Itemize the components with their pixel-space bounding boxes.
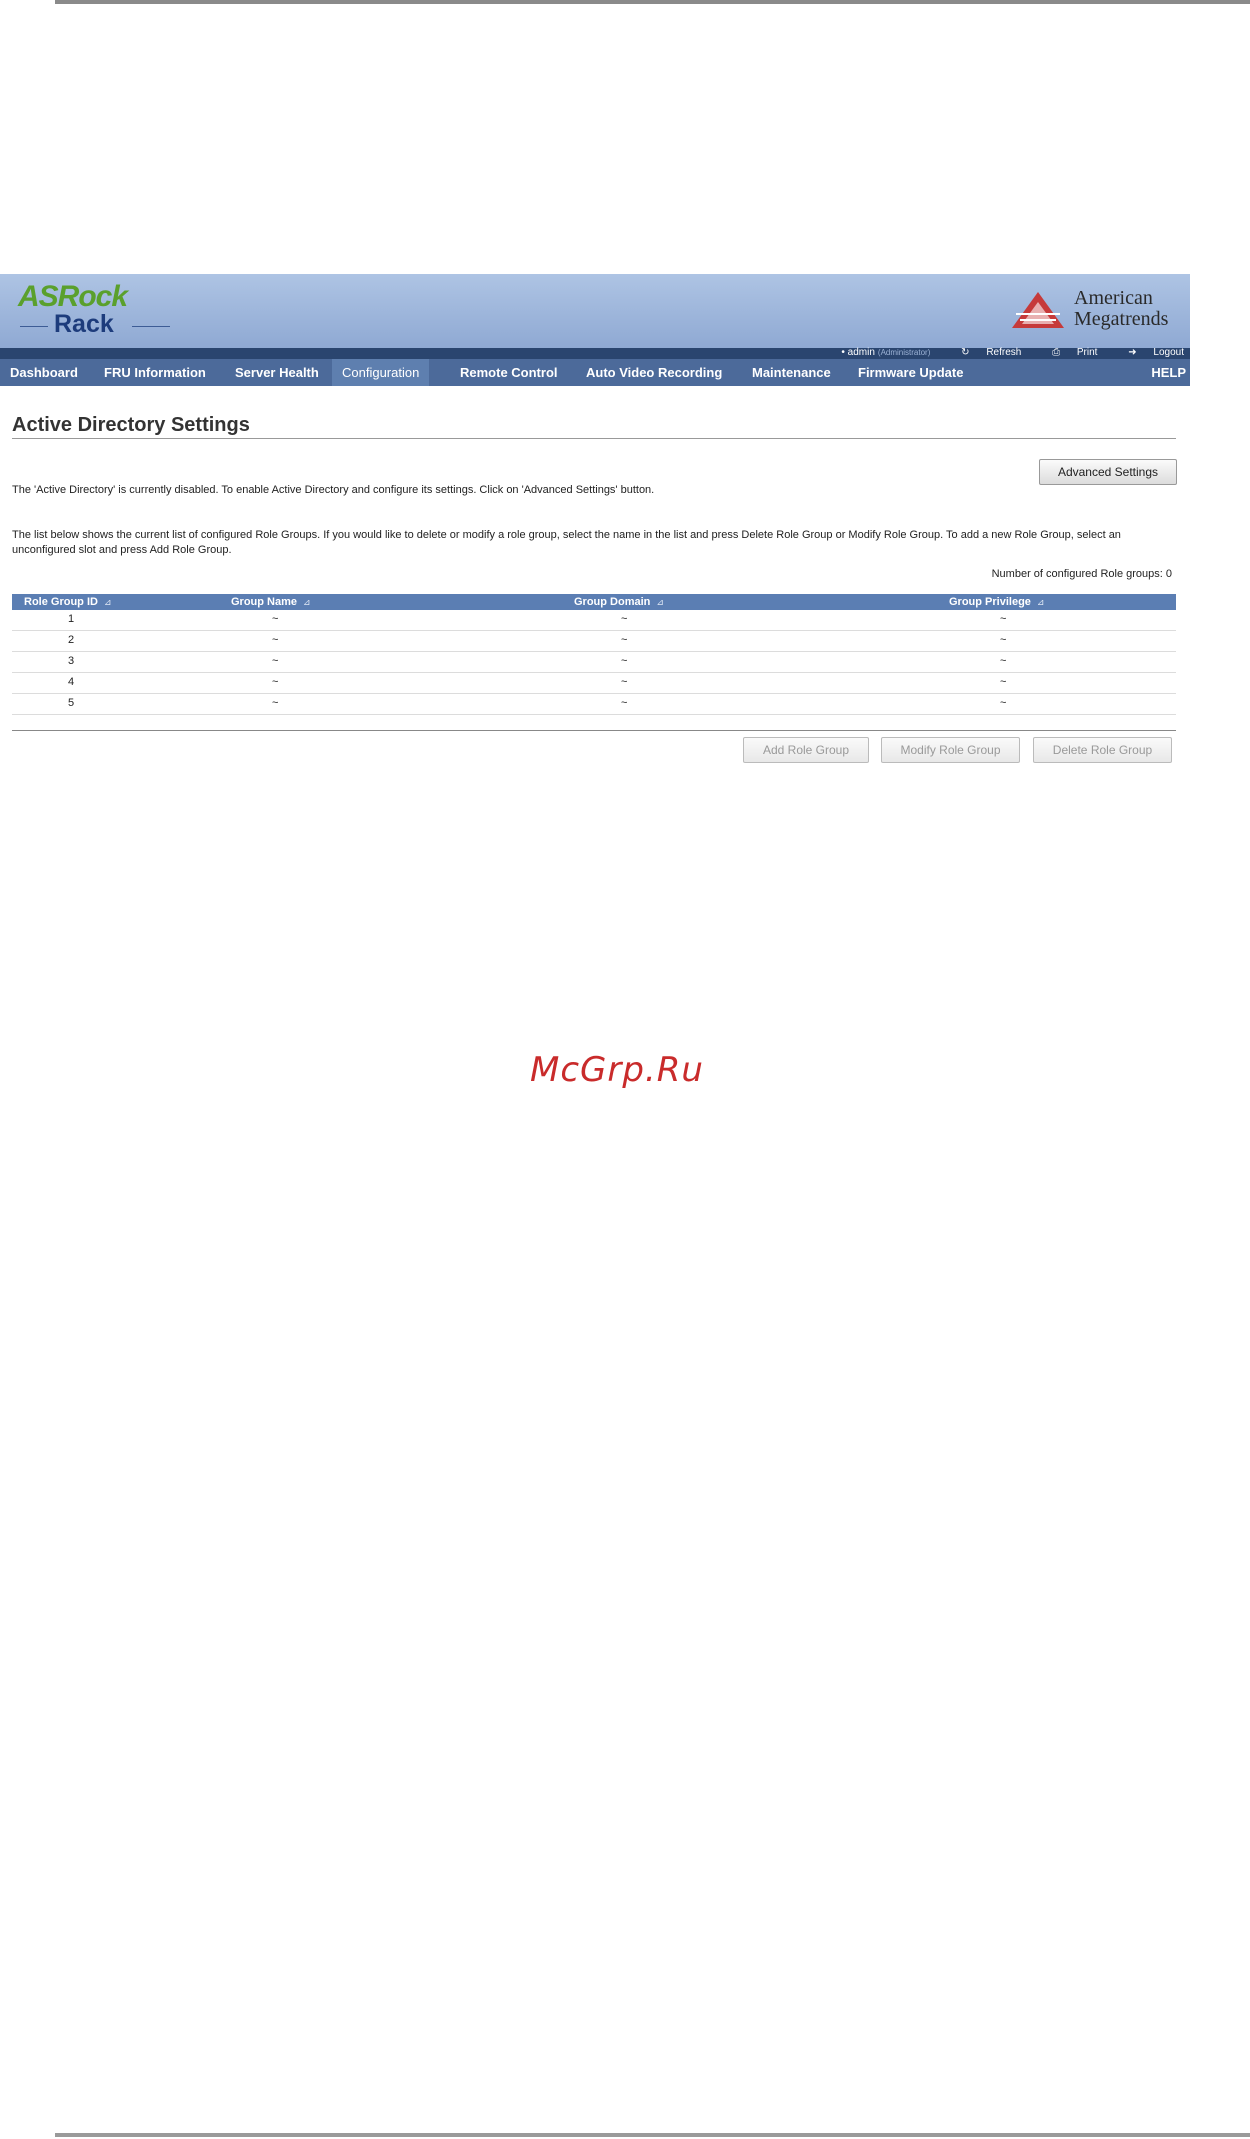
col-group-privilege[interactable]: Group Privilege ⊿ <box>949 594 1044 610</box>
print-link[interactable]: ⎙ Print <box>1038 347 1097 358</box>
cell-id: 3 <box>68 655 75 667</box>
modify-role-group-button[interactable]: Modify Role Group <box>881 737 1020 763</box>
vendor-line1: American <box>1074 287 1153 309</box>
logout-link[interactable]: ➜ Logout <box>1114 347 1184 358</box>
cell-id: 5 <box>68 697 75 709</box>
add-role-group-button[interactable]: Add Role Group <box>743 737 869 763</box>
cell-privilege: ~ <box>1000 634 1007 646</box>
cell-domain: ~ <box>621 697 628 709</box>
page-title: Active Directory Settings <box>12 414 250 436</box>
advanced-settings-button[interactable]: Advanced Settings <box>1039 459 1177 485</box>
page-bottom-rule <box>55 2133 1250 2137</box>
tab-auto-video-recording[interactable]: Auto Video Recording <box>576 359 732 386</box>
main-nav: Dashboard FRU Information Server Health … <box>0 359 1190 386</box>
table-row[interactable]: 1 ~ ~ ~ <box>12 610 1176 631</box>
col-role-group-id[interactable]: Role Group ID ⊿ <box>24 594 112 610</box>
print-icon: ⎙ <box>1052 347 1061 358</box>
user-name: • admin <box>841 347 875 358</box>
table-bottom-rule <box>12 730 1176 731</box>
user-role: (Administrator) <box>877 348 931 357</box>
cell-privilege: ~ <box>1000 676 1007 688</box>
cell-name: ~ <box>272 634 279 646</box>
status-text: The 'Active Directory' is currently disa… <box>12 484 655 496</box>
sort-icon: ⊿ <box>103 597 112 607</box>
asrock-rack-logo: ASRock Rack <box>14 280 174 342</box>
ami-triangle-icon <box>1012 292 1064 328</box>
refresh-link[interactable]: ↻ Refresh <box>947 347 1021 358</box>
refresh-icon: ↻ <box>961 347 970 358</box>
cell-privilege: ~ <box>1000 613 1007 625</box>
cell-id: 1 <box>68 613 75 625</box>
tab-firmware-update[interactable]: Firmware Update <box>848 359 973 386</box>
col-group-domain[interactable]: Group Domain ⊿ <box>574 594 664 610</box>
table-row[interactable]: 5 ~ ~ ~ <box>12 694 1176 715</box>
tab-dashboard[interactable]: Dashboard <box>0 359 88 386</box>
cell-name: ~ <box>272 613 279 625</box>
cell-id: 2 <box>68 634 75 646</box>
role-group-count: Number of configured Role groups: 0 <box>991 568 1172 580</box>
cell-domain: ~ <box>621 676 628 688</box>
description-text: The list below shows the current list of… <box>12 529 1121 556</box>
sort-icon: ⊿ <box>303 597 311 607</box>
col-group-name[interactable]: Group Name ⊿ <box>231 594 311 610</box>
vendor-line2: Megatrends <box>1074 308 1169 330</box>
bmc-web-ui-screenshot: ASRock Rack American Megatrends • admin(… <box>0 274 1190 774</box>
cell-domain: ~ <box>621 634 628 646</box>
user-bar: • admin (Administrator) ↻ Refresh ⎙ Print… <box>0 347 1190 359</box>
cell-domain: ~ <box>621 655 628 667</box>
role-group-table: Role Group ID ⊿ Group Name ⊿ Group Domain ⊿… <box>12 594 1176 715</box>
tab-fru-information[interactable]: FRU Information <box>94 359 216 386</box>
cell-name: ~ <box>272 697 279 709</box>
cell-name: ~ <box>272 655 279 667</box>
sort-icon: ⊿ <box>1036 597 1045 607</box>
table-header: Role Group ID ⊿ Group Name ⊿ Group Domain ⊿… <box>12 594 1176 610</box>
delete-role-group-button[interactable]: Delete Role Group <box>1033 737 1172 763</box>
logout-icon: ➜ <box>1128 347 1137 358</box>
tab-remote-control[interactable]: Remote Control <box>450 359 568 386</box>
tab-configuration[interactable]: Configuration <box>332 359 430 386</box>
logo-brand-top: ASRock <box>18 280 128 313</box>
cell-privilege: ~ <box>1000 655 1007 667</box>
tab-server-health[interactable]: Server Health <box>225 359 329 386</box>
cell-domain: ~ <box>621 613 628 625</box>
cell-id: 4 <box>68 676 75 688</box>
cell-name: ~ <box>272 676 279 688</box>
logo-brand-bottom: Rack <box>54 310 114 338</box>
watermark-text: McGrp.Ru <box>530 1050 704 1090</box>
help-link[interactable]: HELP <box>1151 359 1186 386</box>
title-divider <box>12 438 1176 439</box>
american-megatrends-logo: American Megatrends <box>1010 286 1180 338</box>
sort-icon: ⊿ <box>656 597 664 607</box>
table-row[interactable]: 3 ~ ~ ~ <box>12 652 1176 673</box>
table-row[interactable]: 2 ~ ~ ~ <box>12 631 1176 652</box>
header-banner: ASRock Rack American Megatrends <box>0 274 1190 348</box>
page-top-rule <box>55 0 1250 4</box>
cell-privilege: ~ <box>1000 697 1007 709</box>
tab-maintenance[interactable]: Maintenance <box>742 359 841 386</box>
table-row[interactable]: 4 ~ ~ ~ <box>12 673 1176 694</box>
